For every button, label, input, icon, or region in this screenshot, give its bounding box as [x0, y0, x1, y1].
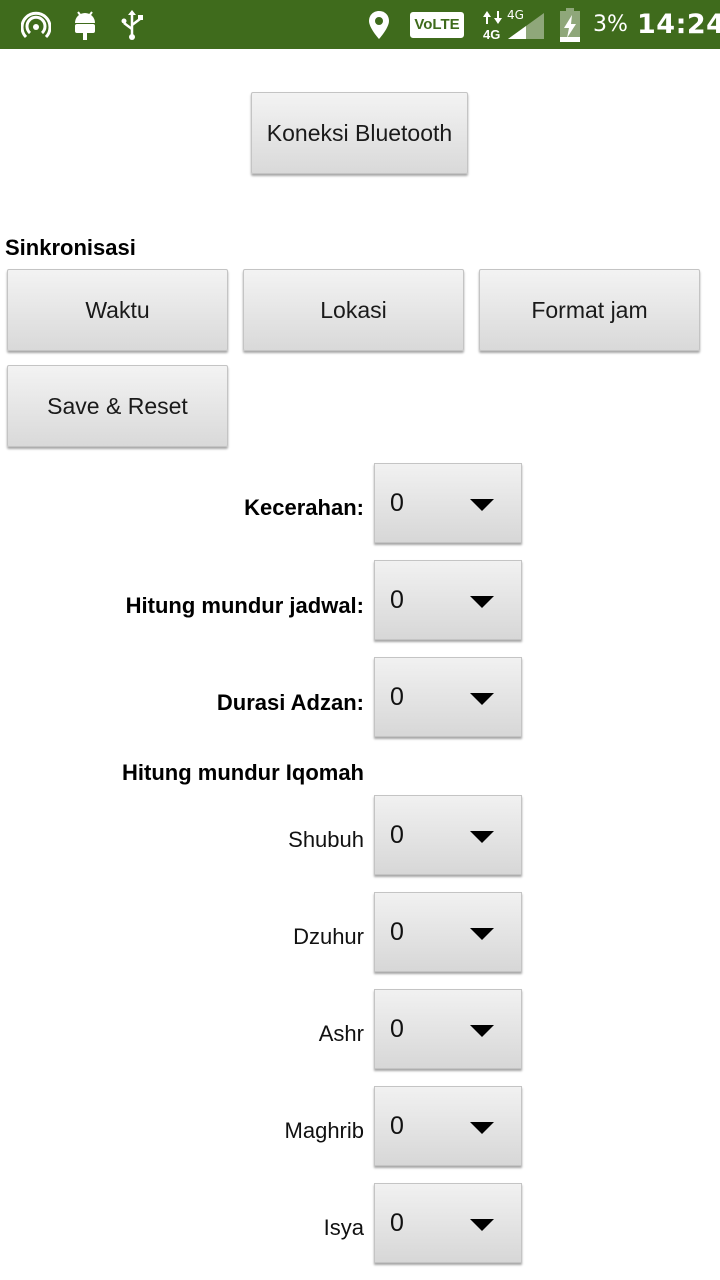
isya-label: Isya: [323, 1215, 364, 1240]
ashr-value: 0: [390, 1014, 404, 1043]
iqomah-section-title: Hitung mundur Iqomah: [122, 760, 364, 785]
dropdown-arrow-icon: [470, 1219, 494, 1231]
dropdown-arrow-icon: [470, 693, 494, 705]
sync-location-button[interactable]: Lokasi: [243, 269, 464, 351]
bluetooth-connect-button[interactable]: Koneksi Bluetooth: [251, 92, 468, 174]
data-arrows-icon: 4G: [480, 0, 506, 49]
dropdown-arrow-icon: [470, 596, 494, 608]
usb-icon: [118, 0, 146, 49]
schedule-countdown-spinner[interactable]: 0: [374, 560, 522, 640]
dropdown-arrow-icon: [470, 928, 494, 940]
sync-location-label: Lokasi: [320, 296, 387, 323]
sync-time-label: Waktu: [85, 296, 150, 323]
isya-spinner[interactable]: 0: [374, 1183, 522, 1263]
maghrib-spinner[interactable]: 0: [374, 1086, 522, 1166]
adzan-duration-spinner[interactable]: 0: [374, 657, 522, 737]
ashr-label: Ashr: [318, 1021, 364, 1046]
schedule-countdown-label: Hitung mundur jadwal:: [125, 593, 364, 618]
dropdown-arrow-icon: [470, 499, 494, 511]
maghrib-value: 0: [390, 1111, 404, 1140]
location-icon: [366, 0, 392, 49]
battery-percent: 3%: [593, 12, 628, 37]
dropdown-arrow-icon: [470, 1025, 494, 1037]
shubuh-label: Shubuh: [288, 827, 364, 852]
save-reset-button[interactable]: Save & Reset: [7, 365, 228, 447]
sync-section-title: Sinkronisasi: [5, 235, 136, 260]
ashr-spinner[interactable]: 0: [374, 989, 522, 1069]
schedule-countdown-value: 0: [390, 585, 404, 614]
clock: 14:24: [637, 9, 720, 40]
dropdown-arrow-icon: [470, 1122, 494, 1134]
save-reset-label: Save & Reset: [47, 392, 188, 419]
signal-icon: [505, 0, 547, 49]
android-icon: [70, 0, 100, 49]
maghrib-label: Maghrib: [284, 1118, 364, 1143]
brightness-spinner[interactable]: 0: [374, 463, 522, 543]
dzuhur-label: Dzuhur: [293, 924, 364, 949]
dzuhur-value: 0: [390, 917, 404, 946]
brightness-value: 0: [390, 488, 404, 517]
volte-icon: VoLTE: [407, 0, 467, 49]
sync-time-button[interactable]: Waktu: [7, 269, 228, 351]
sync-clock-format-button[interactable]: Format jam: [479, 269, 700, 351]
dropdown-arrow-icon: [470, 831, 494, 843]
dzuhur-spinner[interactable]: 0: [374, 892, 522, 972]
svg-text:4G: 4G: [483, 27, 500, 41]
shubuh-value: 0: [390, 820, 404, 849]
sync-clock-format-label: Format jam: [531, 296, 648, 323]
isya-value: 0: [390, 1208, 404, 1237]
hotspot-icon: [18, 0, 54, 49]
adzan-duration-value: 0: [390, 682, 404, 711]
adzan-duration-label: Durasi Adzan:: [216, 690, 364, 715]
brightness-label: Kecerahan:: [244, 495, 364, 520]
volte-label: VoLTE: [414, 16, 460, 33]
battery-charging-icon: [556, 0, 584, 49]
status-bar: VoLTE 4G 4G 3% 14:24: [0, 0, 720, 49]
shubuh-spinner[interactable]: 0: [374, 795, 522, 875]
bluetooth-connect-label: Koneksi Bluetooth: [266, 119, 453, 146]
